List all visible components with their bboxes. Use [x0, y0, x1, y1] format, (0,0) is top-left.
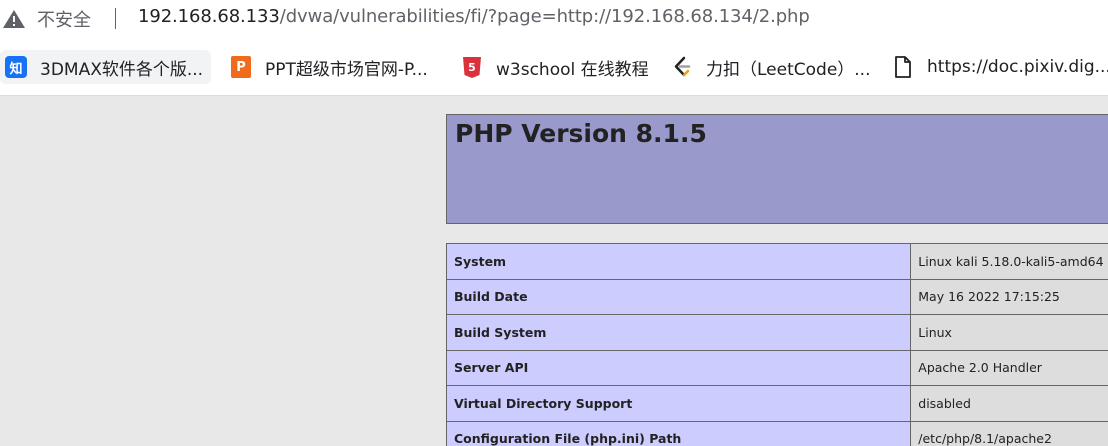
bookmark-label: 力扣（LeetCode）... — [706, 59, 871, 80]
table-row: Build System Linux — [445, 314, 1108, 351]
row-value: disabled — [910, 385, 1108, 422]
bookmark-label: https://doc.pixiv.dig... — [927, 57, 1108, 77]
row-key: Server API — [445, 349, 912, 386]
bookmark-label: w3school 在线教程 — [496, 59, 649, 80]
table-row: Configuration File (php.ini) Path/etc/ph… — [445, 420, 1108, 446]
address-divider — [115, 8, 116, 29]
url-path: /dvwa/vulnerabilities/fi/?page=http://19… — [279, 6, 810, 27]
row-key: System — [445, 243, 912, 280]
phpinfo-header: PHP Version 8.1.5 — [446, 114, 1108, 224]
bookmark-label: 3DMAX软件各个版... — [40, 59, 204, 80]
leetcode-icon — [670, 55, 694, 79]
zhihu-icon: 知 — [4, 55, 28, 79]
bookmark-3dmax[interactable]: 知 3DMAX软件各个版... — [0, 50, 212, 84]
page-content: PHP Version 8.1.5 System Linux kali 5.18.… — [0, 97, 1108, 446]
table-row: Server API Apache 2.0 Handler — [445, 349, 1108, 386]
bookmark-pixiv-doc[interactable]: https://doc.pixiv.dig... — [887, 50, 1108, 84]
bookmark-leetcode[interactable]: 力扣（LeetCode）... — [666, 50, 879, 84]
url-host: 192.168.68.133 — [138, 6, 280, 27]
row-value: Linux — [910, 314, 1108, 351]
url-field[interactable]: 192.168.68.133/dvwa/vulnerabilities/fi/?… — [138, 6, 810, 27]
row-value: Apache 2.0 Handler — [910, 349, 1108, 386]
bookmark-ppt[interactable]: P PPT超级市场官网-P... — [225, 50, 436, 84]
row-value: May 16 2022 17:15:25 — [910, 278, 1108, 315]
ppt-icon: P — [229, 55, 253, 79]
svg-text:5: 5 — [468, 61, 476, 74]
bookmark-w3school[interactable]: 5 w3school 在线教程 — [456, 50, 657, 84]
row-key: Configuration File (php.ini) Path — [445, 420, 912, 446]
warning-icon[interactable] — [2, 9, 26, 29]
row-key: Build Date — [445, 278, 912, 315]
row-key: Virtual Directory Support — [445, 385, 912, 422]
address-bar[interactable]: 不安全 192.168.68.133/dvwa/vulnerabilities/… — [0, 0, 1108, 40]
table-row: Build Date May 16 2022 17:15:25 — [445, 278, 1108, 315]
row-value: Linux kali 5.18.0-kali5-amd64 # — [910, 243, 1108, 280]
table-row: System Linux kali 5.18.0-kali5-amd64 # — [445, 243, 1108, 280]
document-icon — [891, 55, 915, 79]
row-value: /etc/php/8.1/apache2 — [910, 420, 1108, 446]
w3school-icon: 5 — [460, 55, 484, 79]
page-title: PHP Version 8.1.5 — [455, 119, 707, 148]
bookmark-label: PPT超级市场官网-P... — [265, 59, 428, 80]
phpinfo-table: System Linux kali 5.18.0-kali5-amd64 # Bui… — [445, 243, 1108, 446]
bookmarks-bar: 知 3DMAX软件各个版... P PPT超级市场官网-P... 5 w3sch… — [0, 40, 1108, 96]
table-row: Virtual Directory Support disabled — [445, 385, 1108, 422]
row-key: Build System — [445, 314, 912, 351]
security-label[interactable]: 不安全 — [37, 6, 91, 32]
